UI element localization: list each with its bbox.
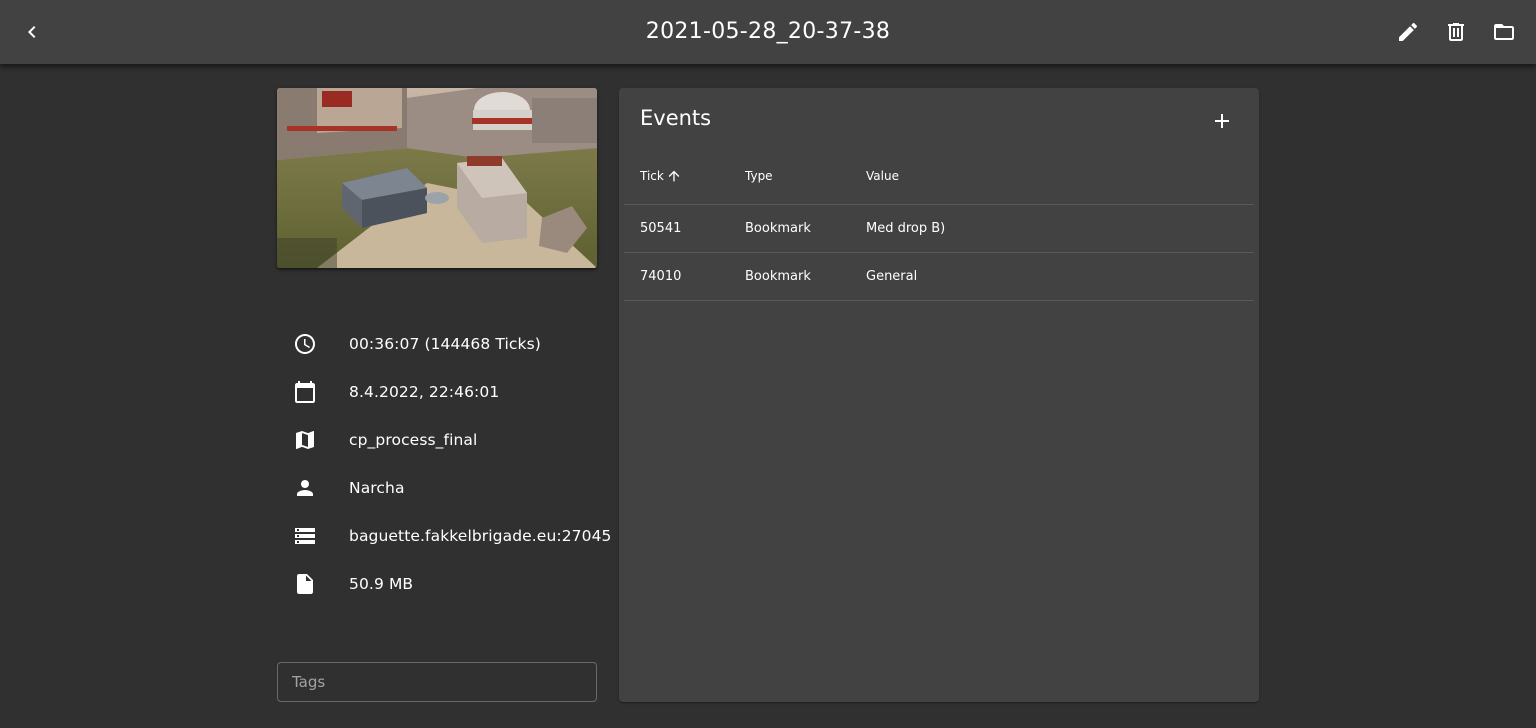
folder-icon [1494,24,1514,40]
map-item: cp_process_final [277,416,617,464]
file-icon [293,572,317,596]
app-bar: 2021-05-28_20-37-38 [0,0,1536,64]
duration-text: 00:36:07 (144468 Ticks) [349,335,541,353]
chevron-left-icon [28,26,36,38]
events-table: Tick Type Value 50541 Bookmark Med drop … [624,148,1254,301]
server-item: baguette.fakkelbrigade.eu:27045 [277,512,617,560]
person-icon [293,476,317,500]
clock-icon [293,332,317,356]
server-text: baguette.fakkelbrigade.eu:27045 [349,527,612,545]
map-text: cp_process_final [349,431,478,449]
calendar-icon [293,380,317,404]
open-folder-button[interactable] [1480,8,1528,56]
plus-icon [1215,114,1229,128]
player-text: Narcha [349,479,405,497]
column-header-tick[interactable]: Tick [624,168,745,184]
add-event-button[interactable] [1198,97,1246,145]
duration-item: 00:36:07 (144468 Ticks) [277,320,617,368]
table-header: Tick Type Value [624,148,1254,205]
server-icon [293,524,317,548]
event-type: Bookmark [745,269,811,284]
column-header-tick-label: Tick [640,169,664,183]
event-type: Bookmark [745,221,811,236]
event-value: Med drop B) [866,221,946,236]
table-row[interactable]: 74010 Bookmark General [624,253,1254,301]
event-value: General [866,269,918,284]
events-title: Events [640,106,712,130]
table-row[interactable]: 50541 Bookmark Med drop B) [624,205,1254,253]
back-button[interactable] [8,8,56,56]
column-header-type[interactable]: Type [745,169,866,183]
file-size-text: 50.9 MB [349,575,414,593]
pencil-icon [1399,22,1418,41]
column-header-value[interactable]: Value [866,169,1254,183]
edit-button[interactable] [1384,8,1432,56]
tags-field[interactable] [277,662,597,702]
map-screenshot-image [277,88,597,268]
delete-button[interactable] [1432,8,1480,56]
events-card: Events Tick Type Value 50541 Bookmark Me… [619,88,1259,702]
demo-details-list: 00:36:07 (144468 Ticks) 8.4.2022, 22:46:… [277,320,617,608]
page-title: 2021-05-28_20-37-38 [645,19,891,44]
date-text: 8.4.2022, 22:46:01 [349,383,500,401]
trash-icon [1448,23,1464,41]
player-item: Narcha [277,464,617,512]
file-size-item: 50.9 MB [277,560,617,608]
map-thumbnail [277,88,597,268]
date-item: 8.4.2022, 22:46:01 [277,368,617,416]
event-tick: 74010 [640,269,682,284]
event-tick: 50541 [640,221,682,236]
map-icon [293,428,317,452]
tags-input[interactable] [292,673,582,691]
arrow-up-icon [668,170,680,182]
